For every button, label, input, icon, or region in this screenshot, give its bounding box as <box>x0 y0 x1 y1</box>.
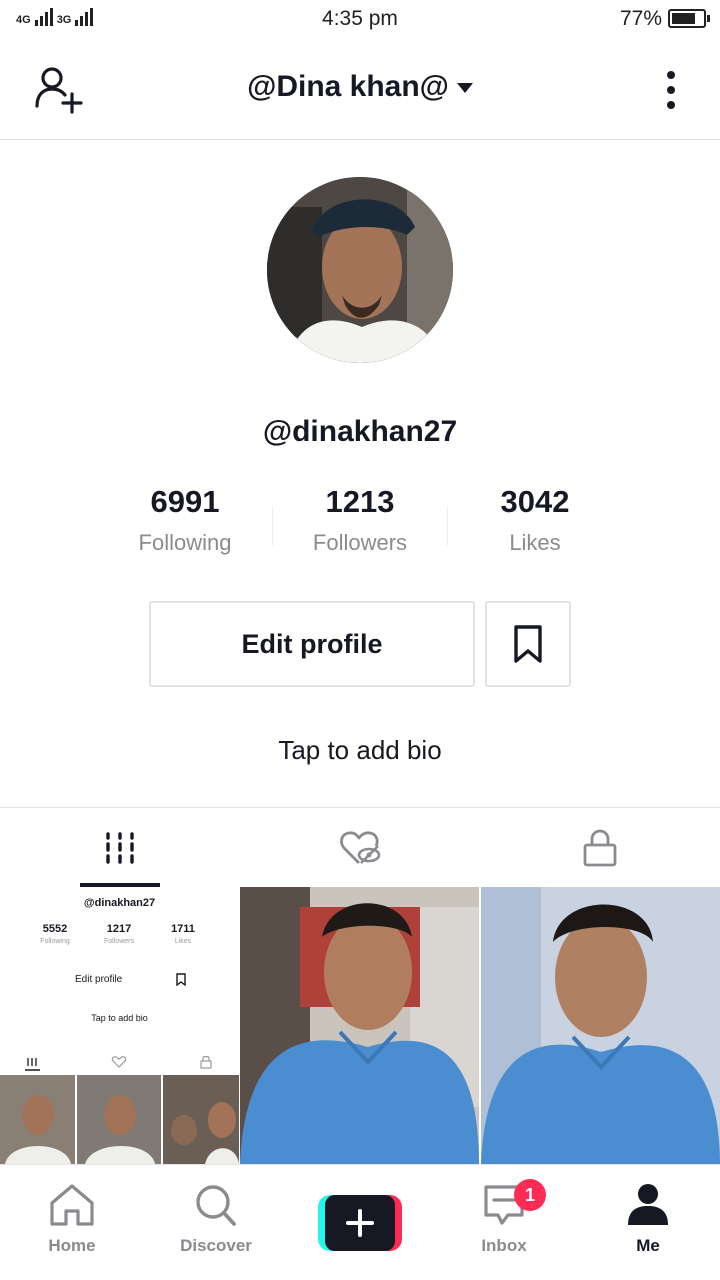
thumbnail-tab-icons <box>25 1055 212 1071</box>
vertical-dots-icon[interactable] <box>662 70 680 110</box>
battery-fill <box>672 13 695 24</box>
nav-label: Inbox <box>481 1236 527 1255</box>
avatar-photo <box>267 177 453 363</box>
thumbnail-stat: 1217 Followers <box>89 923 149 945</box>
stat-value: 1213 <box>325 484 395 519</box>
video-thumbnail-photo <box>240 887 479 1164</box>
liked-hidden-icon <box>340 831 381 864</box>
thumbnail-stat-label: Followers <box>104 938 134 945</box>
thumbnail-stat-value: 5552 <box>42 923 68 935</box>
clock: 4:35 pm <box>322 7 398 30</box>
person-icon <box>628 1184 668 1225</box>
thumbnail-stat: 5552 Following <box>25 923 85 945</box>
bookmark-icon <box>514 625 542 663</box>
bio-prompt[interactable]: Tap to add bio <box>0 735 720 766</box>
nav-home[interactable]: Home <box>12 1183 132 1256</box>
create-video-button[interactable] <box>318 1195 402 1251</box>
profile-stats: 6991 Following 1213 Followers 3042 Likes <box>0 484 720 564</box>
thumbnail-bookmark-icon <box>176 973 186 986</box>
thumbnail-mini-videos <box>0 1075 239 1164</box>
stat-label: Followers <box>312 530 408 555</box>
video-thumbnail[interactable] <box>240 887 479 1164</box>
thumbnail-stat-value: 1711 <box>171 923 195 935</box>
stat-value: 3042 <box>500 484 570 519</box>
stat-likes[interactable]: 3042 Likes <box>445 484 625 556</box>
plus-icon <box>346 1209 374 1237</box>
thumbnail-bio: Tap to add bio <box>91 1013 148 1023</box>
account-switcher[interactable]: @Dina khan@ <box>0 70 720 104</box>
nav-discover[interactable]: Discover <box>156 1183 276 1256</box>
thumbnail-stat-value: 1217 <box>106 923 132 935</box>
tab-private[interactable] <box>480 808 720 888</box>
tab-liked[interactable] <box>240 808 480 888</box>
grid-icon <box>106 832 134 864</box>
video-thumbnail-photo <box>481 887 720 1164</box>
thumbnail-stat-label: Likes <box>174 938 192 945</box>
search-icon <box>196 1185 236 1226</box>
video-thumbnail[interactable]: @dinakhan27 5552 Following 1217 Follower… <box>0 887 239 1164</box>
tab-videos[interactable] <box>0 808 240 888</box>
thumbnail-screenshot: @dinakhan27 5552 Following 1217 Follower… <box>0 887 239 1164</box>
bottom-navigation: Home Discover 1 Inbox Me <box>0 1164 720 1280</box>
inbox-badge: 1 <box>514 1179 546 1211</box>
nav-label: Discover <box>180 1236 252 1255</box>
account-title: @Dina khan@ <box>247 70 449 103</box>
nav-inbox[interactable]: 1 Inbox <box>444 1179 564 1256</box>
thumbnail-stat-label: Following <box>40 938 70 945</box>
avatar[interactable] <box>267 177 453 363</box>
lock-icon <box>583 829 617 867</box>
home-icon <box>50 1184 94 1226</box>
create-button-core <box>325 1195 395 1251</box>
battery-percent: 77% <box>619 7 662 30</box>
video-thumbnail[interactable] <box>481 887 720 1164</box>
thumbnail-handle: @dinakhan27 <box>83 897 156 909</box>
profile-handle: @dinakhan27 <box>262 415 458 448</box>
nav-label: Me <box>636 1236 660 1255</box>
stat-label: Likes <box>509 530 561 555</box>
battery-icon <box>668 9 710 28</box>
nav-me[interactable]: Me <box>588 1183 708 1256</box>
profile-header: @Dina khan@ <box>0 48 720 140</box>
favorites-button[interactable] <box>485 601 571 687</box>
status-bar: 4G 3G 4:35 pm 77% <box>0 0 720 40</box>
stat-value: 6991 <box>150 484 220 519</box>
stat-label: Following <box>138 530 232 555</box>
stat-following[interactable]: 6991 Following <box>95 484 275 556</box>
caret-down-icon <box>456 83 473 94</box>
video-grid: @dinakhan27 5552 Following 1217 Follower… <box>0 887 720 1164</box>
thumbnail-stat: 1711 Likes <box>153 923 213 945</box>
thumbnail-edit-label: Edit profile <box>75 974 123 985</box>
content-tabs <box>0 807 720 887</box>
nav-label: Home <box>48 1236 96 1255</box>
edit-profile-button[interactable]: Edit profile <box>149 601 475 687</box>
stat-followers[interactable]: 1213 Followers <box>270 484 450 556</box>
